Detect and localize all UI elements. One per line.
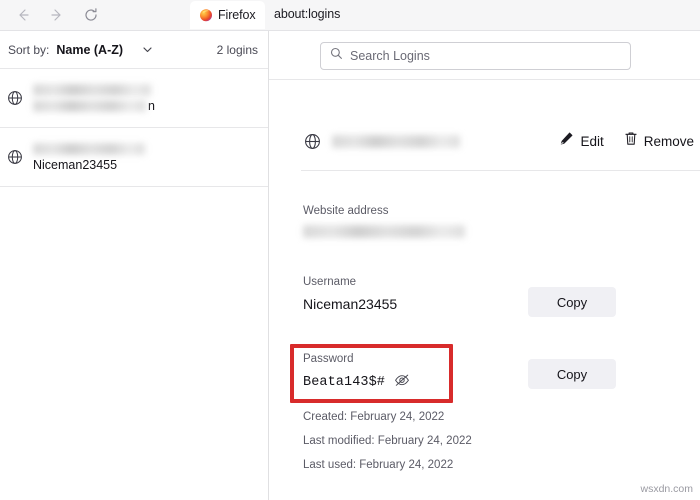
list-item-subtitle: Niceman23455	[33, 157, 118, 172]
edit-button[interactable]: Edit	[559, 131, 604, 151]
username-label: Username	[303, 276, 357, 288]
reload-button[interactable]	[74, 1, 108, 29]
username-value: Niceman23455	[303, 296, 398, 312]
login-metadata: Created: February 24, 2022 Last modified…	[303, 411, 472, 471]
sort-by-label: Sort by:	[8, 42, 50, 57]
browser-tab-label: Firefox	[218, 8, 256, 22]
password-field: Password Beata143$#	[303, 353, 410, 392]
eye-slash-icon[interactable]	[394, 373, 410, 392]
password-value: Beata143$#	[303, 375, 386, 390]
list-item-text: Niceman23455	[33, 142, 145, 172]
firefox-logo-icon	[199, 8, 213, 22]
search-input[interactable]: Search Logins	[350, 49, 430, 63]
forward-button[interactable]	[40, 1, 74, 29]
last-modified-date: Last modified: February 24, 2022	[303, 435, 472, 448]
last-used-date: Last used: February 24, 2022	[303, 459, 454, 472]
address-bar-url[interactable]: about:logins	[274, 7, 340, 21]
list-item[interactable]: Niceman23455	[0, 128, 268, 186]
remove-button-label: Remove	[643, 133, 694, 149]
remove-button[interactable]: Remove	[624, 131, 694, 151]
browser-toolbar: Firefox about:logins	[0, 0, 700, 30]
sort-select-value[interactable]: Name (A-Z)	[56, 43, 123, 57]
logins-count-label: 2 logins	[216, 42, 258, 57]
pencil-icon	[559, 131, 574, 151]
login-header-actions: Edit Remove	[559, 131, 700, 151]
sidebar-divider-bottom	[0, 186, 268, 187]
navigation-buttons	[0, 1, 108, 29]
logins-sidebar: Sort by: Name (A-Z) 2 logins n Niceman23…	[0, 31, 268, 500]
chevron-down-icon[interactable]	[141, 43, 154, 56]
browser-tab[interactable]: Firefox	[190, 1, 265, 29]
trash-icon	[624, 131, 638, 151]
list-item-text: n	[33, 83, 155, 113]
list-item-title-blurred	[33, 83, 151, 96]
list-item-subtitle-tail: n	[148, 98, 155, 113]
arrow-left-icon	[15, 7, 31, 23]
website-address-value-blurred	[303, 225, 465, 238]
copy-password-button[interactable]: Copy	[528, 359, 616, 389]
search-icon	[330, 47, 343, 65]
website-address-label: Website address	[303, 205, 389, 217]
created-date: Created: February 24, 2022	[303, 411, 445, 423]
watermark: wsxdn.com	[640, 483, 693, 495]
list-item-title-blurred	[33, 142, 145, 155]
globe-icon	[6, 148, 24, 166]
copy-username-button[interactable]: Copy	[528, 287, 616, 317]
list-item[interactable]: n	[0, 69, 268, 127]
login-detail-panel: Search Logins Edit Remove Website addres…	[269, 31, 700, 500]
login-header-divider	[301, 170, 700, 171]
login-header-row: Edit Remove	[269, 120, 700, 162]
list-item-subtitle-blurred	[33, 99, 146, 112]
website-address-field: Website address	[303, 205, 465, 238]
search-bottom-divider	[269, 79, 700, 80]
sort-row: Sort by: Name (A-Z) 2 logins	[0, 31, 268, 68]
password-label: Password	[303, 353, 354, 365]
edit-button-label: Edit	[580, 133, 604, 149]
login-site-name-blurred	[332, 134, 460, 148]
back-button[interactable]	[6, 1, 40, 29]
arrow-right-icon	[49, 7, 65, 23]
globe-icon	[6, 89, 24, 107]
globe-icon	[303, 132, 322, 151]
username-field: Username Niceman23455	[303, 276, 397, 312]
browser-window: Firefox about:logins Sort by: Name (A-Z)…	[0, 0, 700, 500]
search-logins-field[interactable]: Search Logins	[320, 42, 631, 70]
password-value-row: Beata143$#	[303, 373, 410, 392]
reload-icon	[83, 7, 99, 23]
